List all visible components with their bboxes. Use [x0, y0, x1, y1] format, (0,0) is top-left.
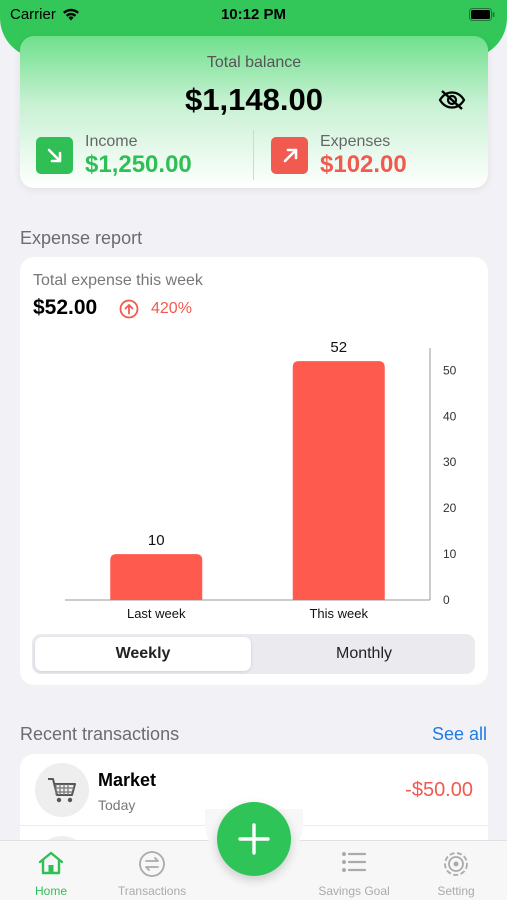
total-balance-label: Total balance [206, 54, 302, 71]
y-tick-label: 0 [443, 593, 450, 607]
x-category-label: Last week [127, 606, 186, 621]
weekly-expense-amount: $52.00 [33, 296, 98, 319]
tab-transactions[interactable]: Transactions [104, 841, 200, 900]
expenses-value: $102.00 [320, 151, 407, 178]
tab-home[interactable]: Home [3, 841, 99, 900]
see-all-link[interactable]: See all [432, 724, 487, 745]
tab-weekly[interactable]: Weekly [35, 637, 251, 671]
arrow-up-circle-icon [119, 299, 139, 319]
income-label: Income [85, 133, 138, 150]
tab-setting[interactable]: Setting [408, 841, 504, 900]
expenses-label: Expenses [320, 133, 391, 150]
status-bar: Carrier 10:12 PM [0, 0, 507, 30]
bar-data-label: 52 [330, 342, 347, 356]
plus-icon [238, 823, 270, 855]
transaction-amount: -$50.00 [405, 779, 473, 801]
expense-change-percent: 420% [151, 300, 192, 317]
stat-divider [253, 130, 254, 180]
tab-monthly[interactable]: Monthly [256, 637, 472, 671]
y-tick-label: 10 [443, 547, 457, 561]
balance-card: Total balance $1,148.00 Income $1,250.00… [20, 36, 488, 188]
tab-savings-goal[interactable]: Savings Goal [306, 841, 402, 900]
tab-setting-label: Setting [437, 884, 475, 898]
expense-bar-chart: 0 10 20 30 40 50 10 Last week 52 This week [65, 342, 457, 621]
transaction-date: Today [98, 797, 136, 813]
y-tick-label: 40 [443, 409, 457, 423]
expense-arrow-icon [271, 137, 308, 174]
tab-savings-goal-label: Savings Goal [318, 884, 390, 898]
total-balance-value: $1,148.00 [185, 82, 323, 117]
chart-bar [292, 361, 385, 600]
recent-transactions-title: Recent transactions [20, 724, 180, 744]
bar-data-label: 10 [148, 532, 165, 549]
clock: 10:12 PM [220, 6, 287, 23]
y-tick-label: 20 [443, 501, 457, 515]
income-value: $1,250.00 [85, 151, 192, 178]
transfer-icon [139, 851, 165, 877]
tab-home-label: Home [34, 884, 67, 898]
gear-icon [444, 852, 468, 876]
transaction-name: Market [98, 770, 157, 790]
chart-bar [110, 554, 203, 600]
tab-transactions-label: Transactions [117, 884, 187, 898]
income-arrow-icon [36, 137, 73, 174]
weekly-expense-label: Total expense this week [33, 272, 203, 289]
list-icon [342, 852, 367, 872]
add-transaction-button[interactable] [217, 802, 291, 876]
x-category-label: This week [309, 606, 368, 621]
expense-report-card: Total expense this week $52.00 420% 0 10 2… [20, 257, 488, 685]
hide-balance-icon[interactable] [438, 90, 466, 110]
period-segmented-control: Weekly Monthly [32, 634, 475, 674]
shopping-cart-icon [35, 763, 89, 817]
y-tick-label: 30 [443, 455, 457, 469]
home-icon [38, 851, 64, 875]
y-tick-label: 50 [443, 363, 457, 377]
battery-icon [469, 8, 495, 21]
expense-report-title: Expense report [20, 228, 143, 248]
